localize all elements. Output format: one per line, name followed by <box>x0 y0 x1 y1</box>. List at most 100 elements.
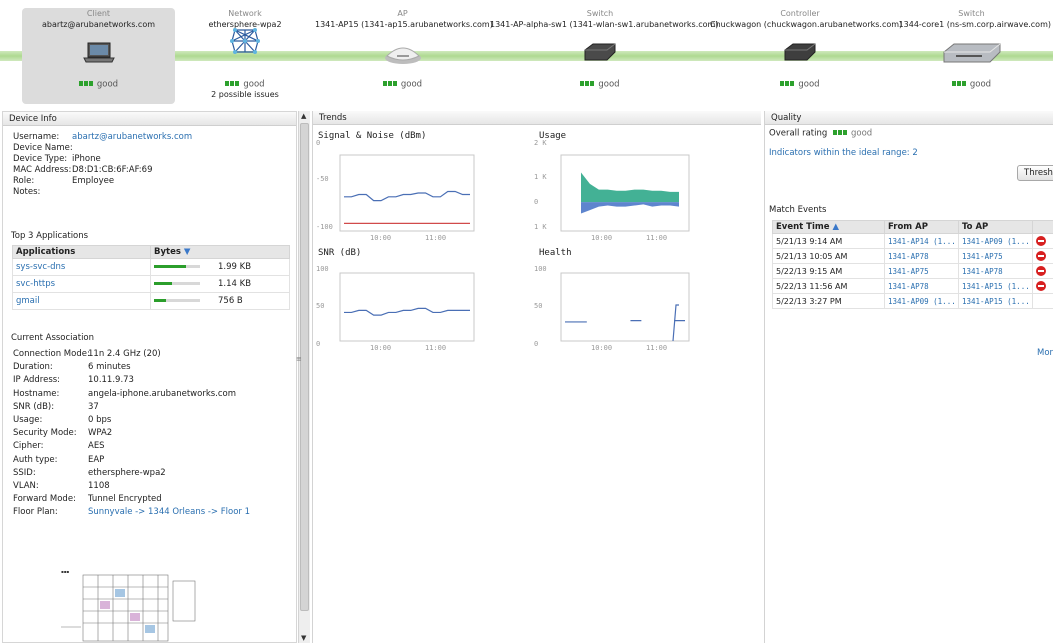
x-tick-label: 11:00 <box>425 234 446 242</box>
app-link[interactable]: gmail <box>12 292 151 310</box>
table-row: sys-svc-dns 1.99 KB <box>12 258 290 276</box>
status-bars-icon <box>832 128 848 138</box>
current-association-title: Current Association <box>11 333 95 343</box>
to-ap-column-header[interactable]: To AP <box>958 220 1033 234</box>
x-tick-label: 11:00 <box>425 344 446 352</box>
svg-text:▪▪▪: ▪▪▪ <box>61 569 69 574</box>
event-time-column-header[interactable]: Event Time ▲ <box>772 220 885 234</box>
topology-node-ap[interactable]: AP 1341-AP15 (1341-ap15.arubanetworks.co… <box>315 8 493 104</box>
device-info-row: Notes: <box>13 187 41 197</box>
indicators-link[interactable]: Indicators within the ideal range: 2 <box>769 148 918 158</box>
x-tick-label: 10:00 <box>370 344 391 352</box>
sort-asc-icon: ▲ <box>832 222 840 232</box>
error-icon <box>1036 251 1046 261</box>
y-tick-label: -50 <box>316 175 329 183</box>
scroll-thumb[interactable] <box>300 123 309 611</box>
chart-plot-area <box>339 154 475 232</box>
device-details-panel: Device Info Username: abartz@arubanetwork… <box>2 111 297 643</box>
access-point-icon <box>383 42 423 69</box>
app-link[interactable]: svc-https <box>12 275 151 293</box>
table-row: gmail 756 B <box>12 292 290 310</box>
network-mesh-icon <box>230 26 260 59</box>
y-tick-label: 100 <box>534 265 547 273</box>
floor-plan-link[interactable]: Sunnyvale -> 1344 Orleans -> Floor 1 <box>88 506 250 519</box>
error-icon <box>1036 266 1046 276</box>
y-tick-label: 0 <box>316 340 320 348</box>
laptop-icon <box>82 42 115 67</box>
y-tick-label: 0 <box>534 198 538 206</box>
topology-node-controller[interactable]: Controller Chuckwagon (chuckwagon.aruban… <box>710 8 903 104</box>
match-events-title: Match Events <box>769 205 827 215</box>
overall-rating: Overall rating good <box>769 128 873 139</box>
controller-name: Chuckwagon (chuckwagon.arubanetworks.com… <box>710 20 903 29</box>
topology-node-switch[interactable]: Switch 1341-AP-alpha-sw1 (1341-wlan-sw1.… <box>490 8 718 104</box>
left-panel-scrollbar[interactable]: ▲ ▼ ≡ <box>296 111 310 643</box>
scroll-down-icon[interactable]: ▼ <box>301 634 306 642</box>
table-row[interactable]: 5/22/13 9:15 AM 1341-AP75 1341-AP78 <box>772 263 1053 279</box>
x-tick-label: 10:00 <box>591 234 612 242</box>
error-icon <box>1036 281 1046 291</box>
chart-plot-area <box>560 272 690 342</box>
scroll-up-icon[interactable]: ▲ <box>301 112 306 120</box>
ap-name: 1341-AP15 (1341-ap15.arubanetworks.com) <box>315 20 493 29</box>
status-bars-icon <box>78 79 94 89</box>
top-apps-title: Top 3 Applications <box>11 231 89 241</box>
device-info-header: Device Info <box>3 112 296 126</box>
core-switch-icon <box>942 42 1002 67</box>
table-row[interactable]: 5/21/13 10:05 AM 1341-AP78 1341-AP75 <box>772 248 1053 264</box>
usage-bar <box>154 265 200 268</box>
y-tick-label: 0 <box>316 139 320 147</box>
x-tick-label: 10:00 <box>591 344 612 352</box>
status-bars-icon <box>780 79 795 89</box>
quality-panel: Quality Overall rating good Indicators w… <box>764 111 1053 643</box>
quality-header: Quality <box>765 111 1053 125</box>
bytes-column-header[interactable]: Bytes ▼ <box>150 245 290 259</box>
x-tick-label: 11:00 <box>646 234 667 242</box>
chart-plot-area <box>339 272 475 342</box>
error-icon <box>1036 236 1046 246</box>
device-info-row: MAC Address: D8:D1:CB:6F:AF:69 <box>13 165 153 175</box>
resize-grip-icon[interactable]: ≡ <box>296 355 302 363</box>
y-tick-label: 2 K <box>534 139 547 147</box>
topology-node-client[interactable]: Client abartz@arubanetworks.com good <box>22 8 175 104</box>
possible-issues-link[interactable]: 2 possible issues <box>195 90 295 99</box>
trends-panel: Trends Signal & Noise (dBm) Usage SNR (d… <box>312 111 761 643</box>
device-info-row: Device Name: <box>13 143 73 153</box>
y-tick-label: 100 <box>316 265 329 273</box>
more-link[interactable]: Mor <box>1037 348 1053 358</box>
controller-icon <box>783 42 817 65</box>
status-bars-icon <box>382 79 398 89</box>
device-info-list: Username: abartz@arubanetworks.com Device… <box>3 132 296 198</box>
x-tick-label: 10:00 <box>370 234 391 242</box>
top-apps-table: Applications Bytes ▼ sys-svc-dns 1.99 KB… <box>12 245 290 310</box>
table-row: svc-https 1.14 KB <box>12 275 290 293</box>
table-row[interactable]: 5/22/13 11:56 AM 1341-AP78 1341-AP15 (1... <box>772 278 1053 294</box>
y-tick-label: 50 <box>534 302 542 310</box>
trend-charts: 0 -50 -100 10:00 11:00 2 K 1 K 0 1 K 10:00 11:00 10… <box>316 139 690 352</box>
table-row[interactable]: 5/21/13 9:14 AM 1341-AP14 (1... 1341-AP09 … <box>772 233 1053 249</box>
topology-node-core-switch[interactable]: Switch 1344-core1 (ns-sm.corp.airwave.co… <box>890 8 1053 104</box>
client-name: abartz@arubanetworks.com <box>41 20 156 29</box>
thresholds-button[interactable]: Thresholds <box>1017 165 1053 181</box>
core-switch-name: 1344-core1 (ns-sm.corp.airwave.com) <box>898 20 1051 29</box>
topology-node-network[interactable]: Network ethersphere-wpa2 good 2 possible… <box>195 8 295 104</box>
app-link[interactable]: sys-svc-dns <box>12 258 151 276</box>
floor-plan-thumbnail[interactable]: ▪▪▪ <box>53 567 203 642</box>
device-info-row: Username: abartz@arubanetworks.com <box>13 132 193 142</box>
status-bars-icon <box>951 79 967 89</box>
topology-strip: Client abartz@arubanetworks.com good Net… <box>0 0 1053 108</box>
y-tick-label: 1 K <box>534 223 547 231</box>
applications-column-header[interactable]: Applications <box>12 245 151 259</box>
status-bars-icon <box>580 79 595 89</box>
association-list: Connection Mode: 11n 2.4 GHz (20) Duratio… <box>3 348 296 519</box>
y-tick-label: 0 <box>534 340 538 348</box>
switch-icon <box>583 42 617 65</box>
sort-desc-icon: ▼ <box>183 247 191 257</box>
from-ap-column-header[interactable]: From AP <box>884 220 959 234</box>
device-info-row: Role: Employee <box>13 176 115 186</box>
table-row[interactable]: 5/22/13 3:27 PM 1341-AP09 (1... 1341-AP15 … <box>772 293 1053 309</box>
status-bars-icon <box>225 79 240 89</box>
device-info-row: Device Type: iPhone <box>13 154 101 164</box>
match-events-table: Event Time ▲ From AP To AP 5/21/13 9:14 … <box>772 220 1053 309</box>
usage-bar <box>154 282 200 285</box>
